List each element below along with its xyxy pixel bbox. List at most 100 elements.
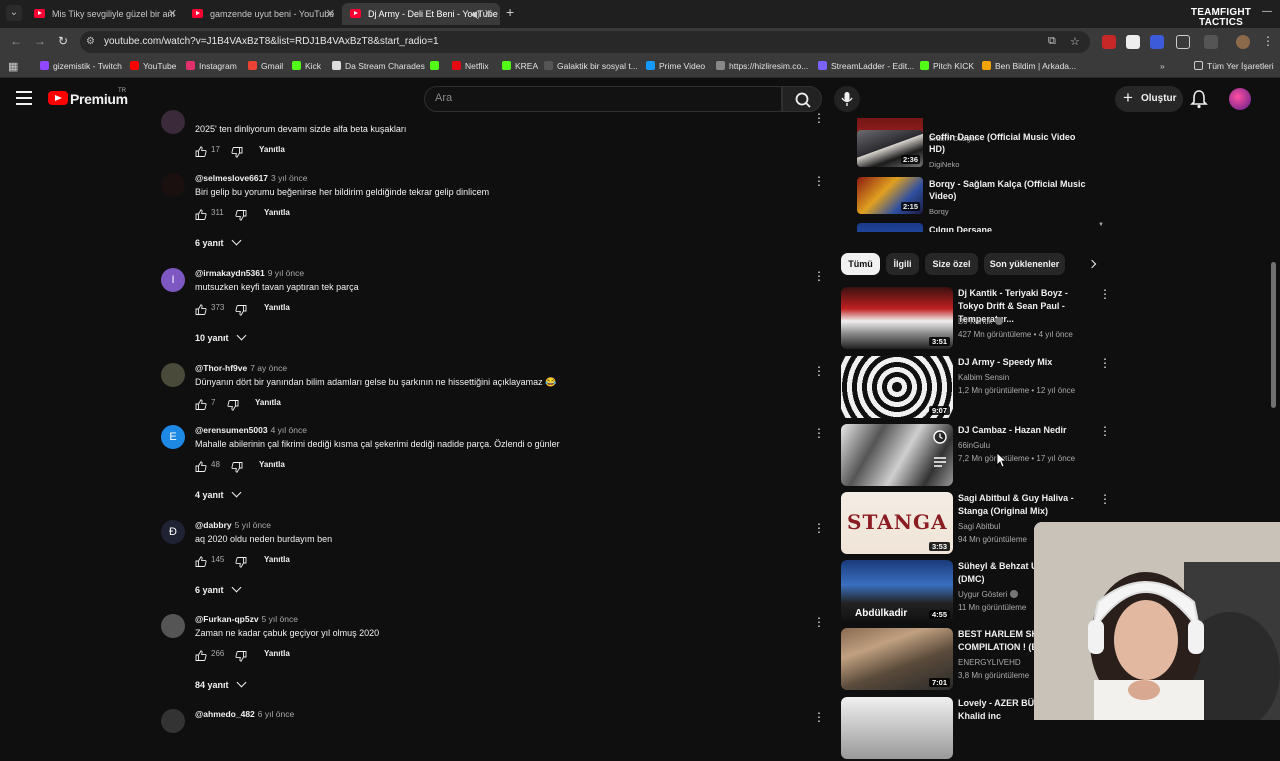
bookmark-item[interactable]: Netflix: [452, 61, 489, 71]
playlist-item[interactable]: 2:36 Coffin Dance (Official Music Video …: [857, 130, 1097, 170]
dislike-icon[interactable]: [227, 398, 239, 416]
notifications-bell-icon[interactable]: [1190, 89, 1208, 109]
dislike-icon[interactable]: [235, 303, 247, 321]
comment-time[interactable]: 6 yıl önce: [258, 709, 294, 719]
comment-more-icon[interactable]: ⋮: [813, 112, 825, 124]
replies-toggle[interactable]: 84 yanıt: [195, 677, 246, 690]
bookmark-item[interactable]: StreamLadder - Edit...: [818, 61, 914, 71]
dislike-icon[interactable]: [231, 460, 243, 478]
voice-search-button[interactable]: [834, 86, 860, 112]
minimize-icon[interactable]: —: [1262, 6, 1272, 17]
bookmark-item[interactable]: Gmail: [248, 61, 283, 71]
commenter-handle[interactable]: @selmeslove6617: [195, 173, 268, 183]
browser-menu-icon[interactable]: ⋮: [1262, 34, 1274, 48]
playlist-scroll-down-icon[interactable]: ▼: [1098, 222, 1104, 228]
comment-time[interactable]: 5 yıl önce: [235, 520, 271, 530]
youtube-logo-icon[interactable]: [48, 91, 68, 105]
commenter-handle[interactable]: @irmakaydn5361: [195, 268, 265, 278]
chip-related[interactable]: İlgili: [886, 253, 919, 275]
site-info-icon[interactable]: ⚙: [86, 36, 95, 47]
reply-button[interactable]: Yanıtla: [259, 145, 285, 154]
bookmark-star-icon[interactable]: ☆: [1070, 35, 1080, 48]
comment-time[interactable]: 5 yıl önce: [262, 614, 298, 624]
close-icon[interactable]: ✕: [168, 3, 177, 25]
all-bookmarks-link[interactable]: Tüm Yer İşaretleri: [1194, 61, 1274, 71]
speaker-icon[interactable]: ◀): [470, 3, 480, 25]
reply-button[interactable]: Yanıtla: [264, 303, 290, 312]
reply-button[interactable]: Yanıtla: [264, 649, 290, 658]
reload-icon[interactable]: ↻: [58, 34, 68, 48]
comment-time[interactable]: 9 yıl önce: [268, 268, 304, 278]
bookmark-item[interactable]: Pitch KICK: [920, 61, 974, 71]
more-options-icon[interactable]: ⋮: [1099, 492, 1111, 506]
extension-icon[interactable]: [1150, 35, 1164, 49]
commenter-handle[interactable]: @Furkan-qp5zv: [195, 614, 259, 624]
reply-button[interactable]: Yanıtla: [264, 208, 290, 217]
recommended-video[interactable]: DJ Cambaz - Hazan Nedir 66inGulu 7,2 Mn …: [841, 424, 1111, 488]
replies-toggle[interactable]: 4 yanıt: [195, 487, 241, 500]
url-bar[interactable]: ⚙ youtube.com/watch?v=J1B4VAxBzT8&list=R…: [80, 31, 1090, 53]
browser-tab-active[interactable]: Dj Army - Deli Et Beni - YouTube ◀) ✕: [342, 3, 500, 25]
dislike-icon[interactable]: [235, 208, 247, 226]
replies-toggle[interactable]: 10 yanıt: [195, 330, 246, 343]
comment-more-icon[interactable]: ⋮: [813, 270, 825, 282]
commenter-avatar[interactable]: [161, 363, 185, 387]
bookmark-item[interactable]: Da Stream Charades: [332, 61, 425, 71]
comment-more-icon[interactable]: ⋮: [813, 175, 825, 187]
replies-toggle[interactable]: 6 yanıt: [195, 235, 241, 248]
chip-recently-uploaded[interactable]: Son yüklenenler: [984, 253, 1065, 275]
new-tab-icon[interactable]: +: [506, 4, 514, 20]
more-bookmarks-icon[interactable]: »: [1160, 61, 1165, 71]
bookmark-item[interactable]: Instagram: [186, 61, 237, 71]
extension-icon[interactable]: [1102, 35, 1116, 49]
comment-more-icon[interactable]: ⋮: [813, 711, 825, 723]
bookmark-item[interactable]: KREA: [502, 61, 538, 71]
commenter-handle[interactable]: @ahmedo_482: [195, 709, 255, 719]
chip-all[interactable]: Tümü: [841, 253, 880, 275]
comment-more-icon[interactable]: ⋮: [813, 522, 825, 534]
close-icon[interactable]: ✕: [326, 3, 335, 25]
dislike-icon[interactable]: [235, 555, 247, 573]
chevron-right-icon[interactable]: [1087, 259, 1097, 269]
comment-more-icon[interactable]: ⋮: [813, 427, 825, 439]
like-icon[interactable]: [195, 459, 207, 477]
like-icon[interactable]: [195, 302, 207, 320]
commenter-handle[interactable]: @erensumen5003: [195, 425, 268, 435]
commenter-avatar[interactable]: Ð: [161, 520, 185, 544]
extensions-puzzle-icon[interactable]: [1176, 35, 1190, 49]
commenter-handle[interactable]: @dabbry: [195, 520, 232, 530]
more-options-icon[interactable]: ⋮: [1099, 287, 1111, 301]
user-avatar[interactable]: [1229, 88, 1251, 110]
commenter-avatar[interactable]: [161, 110, 185, 134]
playlist-item[interactable]: Çılgın Dersane: [857, 223, 1097, 232]
search-button[interactable]: [782, 86, 822, 112]
bookmark-item[interactable]: YouTube: [130, 61, 176, 71]
comment-time[interactable]: 3 yıl önce: [271, 173, 307, 183]
bookmark-item[interactable]: [430, 61, 443, 71]
install-icon[interactable]: ⧉: [1048, 35, 1056, 48]
like-icon[interactable]: [195, 554, 207, 572]
bookmark-item[interactable]: https://hizliresim.co...: [716, 61, 808, 71]
bookmark-item[interactable]: Kick: [292, 61, 321, 71]
close-icon[interactable]: ✕: [484, 3, 493, 25]
apps-grid-icon[interactable]: ▦: [8, 60, 18, 73]
add-to-queue-icon[interactable]: [933, 456, 947, 468]
browser-tab[interactable]: gamzende uyut beni - YouTube ✕: [184, 3, 342, 25]
recommended-video[interactable]: 9:07 DJ Army - Speedy Mix Kalbim Sensin …: [841, 356, 1111, 420]
more-options-icon[interactable]: ⋮: [1099, 424, 1111, 438]
browser-tab[interactable]: Mis Tiky sevgiliyle güzel bir anı ✕: [26, 3, 184, 25]
menu-icon[interactable]: [16, 91, 32, 105]
more-options-icon[interactable]: ⋮: [1099, 356, 1111, 370]
extension-icon[interactable]: [1126, 35, 1140, 49]
comment-more-icon[interactable]: ⋮: [813, 616, 825, 628]
comment-more-icon[interactable]: ⋮: [813, 365, 825, 377]
dislike-icon[interactable]: [235, 649, 247, 667]
reply-button[interactable]: Yanıtla: [264, 555, 290, 564]
commenter-avatar[interactable]: [161, 173, 185, 197]
bookmark-item[interactable]: Galaktik bir sosyal t...: [544, 61, 638, 71]
playlist-item[interactable]: 2:15 Borqy - Sağlam Kalça (Official Musi…: [857, 177, 1097, 217]
like-icon[interactable]: [195, 397, 207, 415]
comment-time[interactable]: 7 ay önce: [250, 363, 287, 373]
chip-for-you[interactable]: Size özel: [925, 253, 978, 275]
commenter-handle[interactable]: @Thor-hf9ve: [195, 363, 247, 373]
